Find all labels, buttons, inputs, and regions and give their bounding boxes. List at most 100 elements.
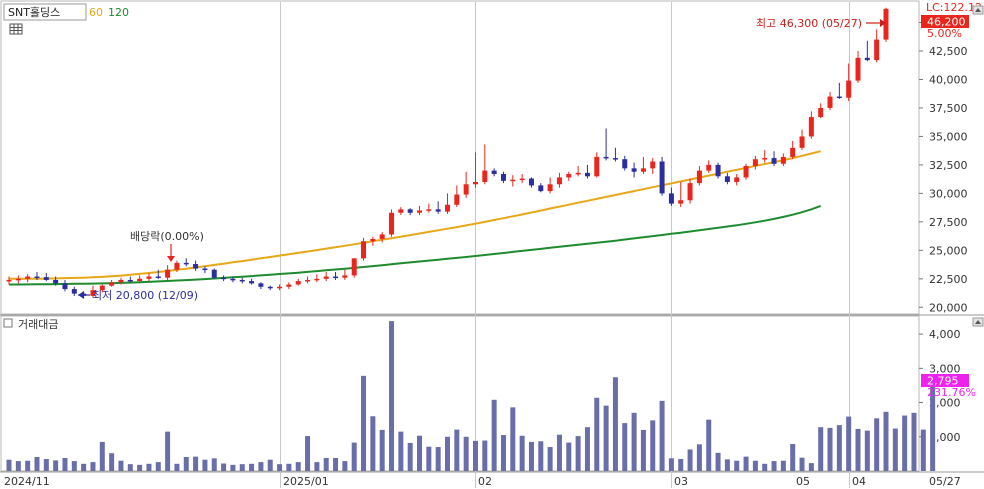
volume-bar	[6, 459, 12, 471]
candle-body	[799, 136, 805, 148]
candle-body	[417, 210, 423, 213]
volume-bar	[333, 457, 339, 471]
volume-bar	[799, 457, 805, 471]
candle-body	[864, 57, 870, 61]
date-tick-label: 04	[852, 475, 866, 488]
volume-bar	[99, 441, 105, 471]
volume-bar	[174, 463, 180, 471]
volume-panel-scroll-button[interactable]	[972, 317, 984, 327]
candle-body	[127, 279, 133, 282]
candle-body	[762, 158, 768, 160]
candle-body	[510, 179, 516, 182]
candle-body	[426, 209, 432, 211]
candle-body	[883, 8, 889, 40]
volume-bar	[53, 460, 59, 471]
candle-body	[137, 278, 143, 282]
volume-bar	[818, 427, 824, 471]
candle-body	[706, 164, 712, 171]
volume-bar	[687, 449, 693, 471]
volume-bar	[556, 434, 562, 471]
candle-body	[435, 209, 441, 212]
volume-bar	[407, 442, 413, 471]
candle-body	[538, 185, 544, 192]
volume-panel-title: 거래대금	[18, 318, 58, 331]
volume-bar	[454, 429, 460, 471]
price-panel-scroll-button[interactable]	[972, 5, 984, 15]
candle-body	[594, 156, 600, 177]
candle-body	[612, 158, 618, 160]
volume-bar	[239, 464, 245, 471]
candle-body	[351, 258, 357, 276]
volume-panel-settings-button[interactable]	[3, 318, 13, 328]
volume-bar	[137, 464, 143, 471]
candle-body	[314, 278, 320, 281]
candle-body	[668, 193, 674, 204]
volume-bar	[445, 436, 450, 471]
candle-body	[687, 183, 693, 201]
volume-bar	[846, 416, 852, 471]
candle-body	[846, 80, 852, 98]
candle-body	[584, 172, 590, 177]
candle-body	[818, 107, 824, 118]
volume-bar	[463, 436, 469, 471]
price-tick-label: 35,000	[929, 130, 968, 143]
volume-bar	[836, 425, 842, 471]
volume-ratio-text: 231.76%	[927, 386, 976, 399]
volume-bar	[43, 459, 49, 471]
volume-bar	[622, 423, 628, 471]
price-tick-label: 30,000	[929, 187, 968, 200]
volume-bar	[249, 463, 255, 471]
table-icon[interactable]	[9, 23, 23, 35]
candle-body	[62, 283, 68, 290]
volume-bar	[790, 443, 796, 471]
candle-body	[183, 262, 189, 265]
candle-body	[6, 279, 12, 282]
candle-body	[752, 159, 758, 167]
candle-body	[724, 176, 730, 182]
candle-body	[780, 156, 786, 164]
candle-body	[696, 170, 702, 184]
volume-bar	[547, 447, 553, 471]
volume-bar	[706, 419, 712, 471]
volume-bar	[500, 435, 506, 471]
candle-body	[631, 168, 637, 172]
candle-body	[528, 178, 534, 186]
candle-body	[295, 281, 301, 285]
volume-bar	[472, 440, 478, 471]
volume-bar	[193, 456, 199, 471]
ma120-legend: 120	[108, 6, 129, 19]
price-tick-label: 32,500	[929, 159, 968, 172]
volume-bar	[118, 460, 124, 471]
candle	[211, 268, 217, 279]
volume-bar	[435, 447, 441, 471]
candle-body	[575, 172, 581, 175]
volume-bar	[668, 458, 674, 471]
candle-body	[445, 204, 450, 212]
volume-bar	[902, 415, 908, 471]
candle-body	[566, 174, 572, 178]
candle-body	[323, 276, 329, 279]
candle-body	[640, 168, 646, 172]
volume-bar	[370, 416, 376, 471]
price-tick-label: 40,000	[929, 73, 968, 86]
volume-bar	[62, 457, 68, 471]
volume-tick-label: 4,000	[929, 328, 961, 341]
price-tick-label: 20,000	[929, 301, 968, 314]
volume-bar	[734, 460, 740, 471]
volume-bar	[426, 446, 432, 471]
candle-body	[118, 279, 124, 283]
volume-bar	[631, 412, 637, 471]
stock-name[interactable]: SNT홀딩스	[8, 6, 60, 19]
price-tick-label: 22,500	[929, 273, 968, 286]
volume-bar	[575, 436, 581, 471]
volume-bar	[379, 429, 385, 471]
candle-body	[454, 194, 460, 205]
date-tick-label: 02	[478, 475, 492, 488]
price-tick-label: 27,500	[929, 216, 968, 229]
candle-body	[202, 268, 208, 271]
candle	[351, 258, 357, 278]
volume-bar	[827, 427, 833, 471]
volume-bar	[183, 456, 189, 471]
volume-bar	[211, 458, 217, 471]
volume-bar	[743, 456, 749, 471]
